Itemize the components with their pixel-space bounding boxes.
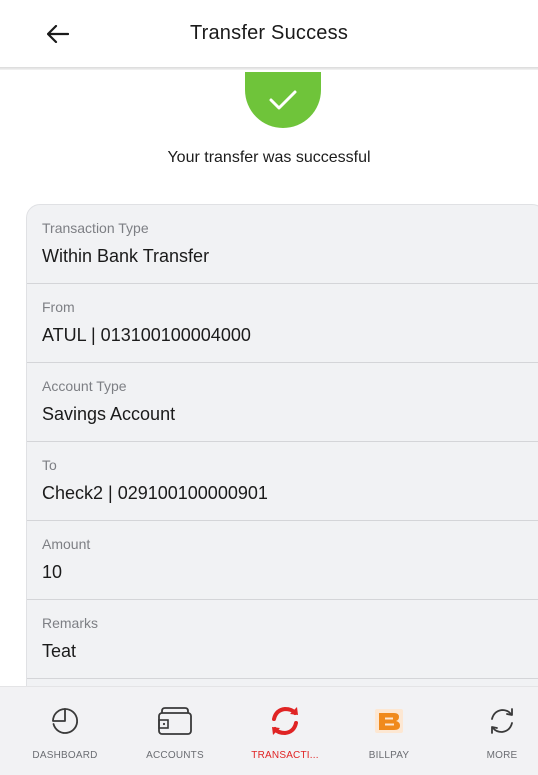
nav-item-dashboard[interactable]: DASHBOARD bbox=[15, 687, 115, 775]
nav-label: DASHBOARD bbox=[32, 750, 98, 761]
nav-item-transactions[interactable]: TRANSACTI... bbox=[235, 687, 335, 775]
success-message: Your transfer was successful bbox=[167, 149, 371, 166]
detail-row-to: To Check2 | 029100100000901 bbox=[27, 442, 538, 521]
nav-item-billpay[interactable]: BILLPAY bbox=[339, 687, 439, 775]
transfer-details-card: Transaction Type Within Bank Transfer Fr… bbox=[26, 204, 538, 694]
transactions-icon bbox=[235, 703, 335, 739]
detail-label: Transaction Type bbox=[42, 220, 149, 236]
nav-label: BILLPAY bbox=[368, 750, 410, 761]
page-title: Transfer Success bbox=[189, 22, 349, 44]
detail-value: Teat bbox=[42, 641, 77, 661]
detail-row-remarks: Remarks Teat bbox=[27, 600, 538, 679]
nav-item-accounts[interactable]: ACCOUNTS bbox=[125, 687, 225, 775]
detail-row-from: From ATUL | 013100100004000 bbox=[27, 284, 538, 363]
checkmark-icon bbox=[269, 90, 297, 110]
detail-row-account-type: Account Type Savings Account bbox=[27, 363, 538, 442]
check-circle-icon bbox=[245, 72, 321, 128]
nav-label: TRANSACTI... bbox=[251, 750, 319, 761]
dashboard-icon bbox=[15, 703, 115, 739]
billpay-icon bbox=[339, 703, 439, 739]
detail-value: 10 bbox=[42, 562, 63, 582]
detail-label: To bbox=[42, 457, 57, 473]
header-divider bbox=[0, 67, 538, 70]
wallet-icon bbox=[125, 703, 225, 739]
detail-label: Amount bbox=[42, 536, 91, 552]
detail-value: Savings Account bbox=[42, 404, 176, 424]
detail-row-transaction-type: Transaction Type Within Bank Transfer bbox=[27, 205, 538, 284]
detail-row-amount: Amount 10 bbox=[27, 521, 538, 600]
detail-value: Within Bank Transfer bbox=[42, 246, 210, 266]
detail-value: Check2 | 029100100000901 bbox=[42, 483, 268, 503]
detail-value: ATUL | 013100100004000 bbox=[42, 325, 251, 345]
nav-label: ACCOUNTS bbox=[146, 750, 204, 761]
detail-label: Account Type bbox=[42, 378, 127, 394]
detail-label: Remarks bbox=[42, 615, 99, 631]
bottom-nav: DASHBOARD ACCOUNTS TRANSACTI... BILLPAY … bbox=[0, 686, 538, 775]
detail-label: From bbox=[42, 299, 75, 315]
nav-item-more[interactable]: MORE bbox=[452, 687, 538, 775]
success-badge bbox=[245, 72, 321, 128]
nav-label: MORE bbox=[486, 750, 518, 761]
app-header: Transfer Success bbox=[0, 0, 538, 68]
more-icon bbox=[452, 703, 538, 739]
